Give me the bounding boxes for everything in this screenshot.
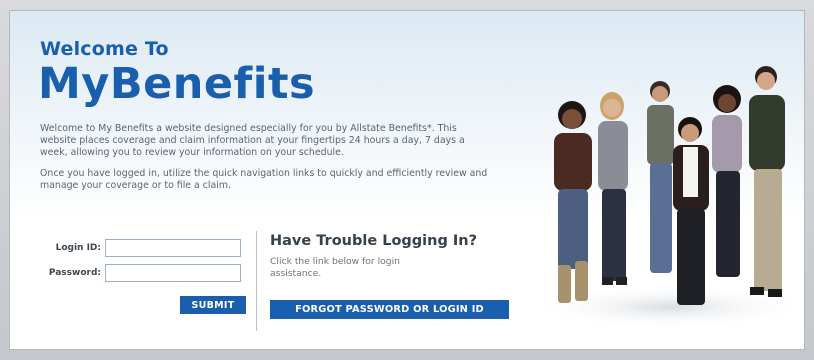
brand-title: MyBenefits: [38, 59, 316, 109]
intro-paragraph-2: Once you have logged in, utilize the qui…: [40, 168, 488, 191]
submit-button[interactable]: SUBMIT: [180, 296, 246, 314]
password-label: Password:: [48, 268, 101, 278]
person-icon: [647, 81, 674, 273]
forgot-password-button[interactable]: FORGOT PASSWORD OR LOGIN ID: [270, 300, 509, 319]
login-help-text: Click the link below for login assistanc…: [270, 256, 401, 279]
login-id-label: Login ID:: [55, 243, 101, 253]
page-frame: Welcome To MyBenefits Welcome to My Bene…: [0, 0, 814, 360]
person-icon: [749, 66, 785, 297]
person-icon: [598, 92, 628, 285]
login-help-title: Have Trouble Logging In?: [270, 233, 478, 249]
group-of-people-photo: [530, 51, 804, 349]
login-form: Login ID: Password: SUBMIT: [30, 239, 246, 319]
welcome-panel: Welcome To MyBenefits Welcome to My Bene…: [9, 10, 805, 350]
password-input[interactable]: [105, 264, 241, 282]
password-row: Password:: [30, 264, 245, 286]
person-icon: [673, 117, 709, 305]
intro-text: Welcome to My Benefits a website designe…: [40, 123, 495, 201]
login-id-input[interactable]: [105, 239, 241, 257]
welcome-heading: Welcome To: [40, 38, 169, 60]
section-divider: [256, 231, 257, 331]
person-icon: [712, 85, 742, 277]
login-id-row: Login ID:: [30, 239, 245, 261]
login-help-section: Have Trouble Logging In? Click the link …: [270, 233, 520, 280]
intro-paragraph-1: Welcome to My Benefits a website designe…: [40, 123, 465, 158]
person-icon: [554, 101, 592, 303]
